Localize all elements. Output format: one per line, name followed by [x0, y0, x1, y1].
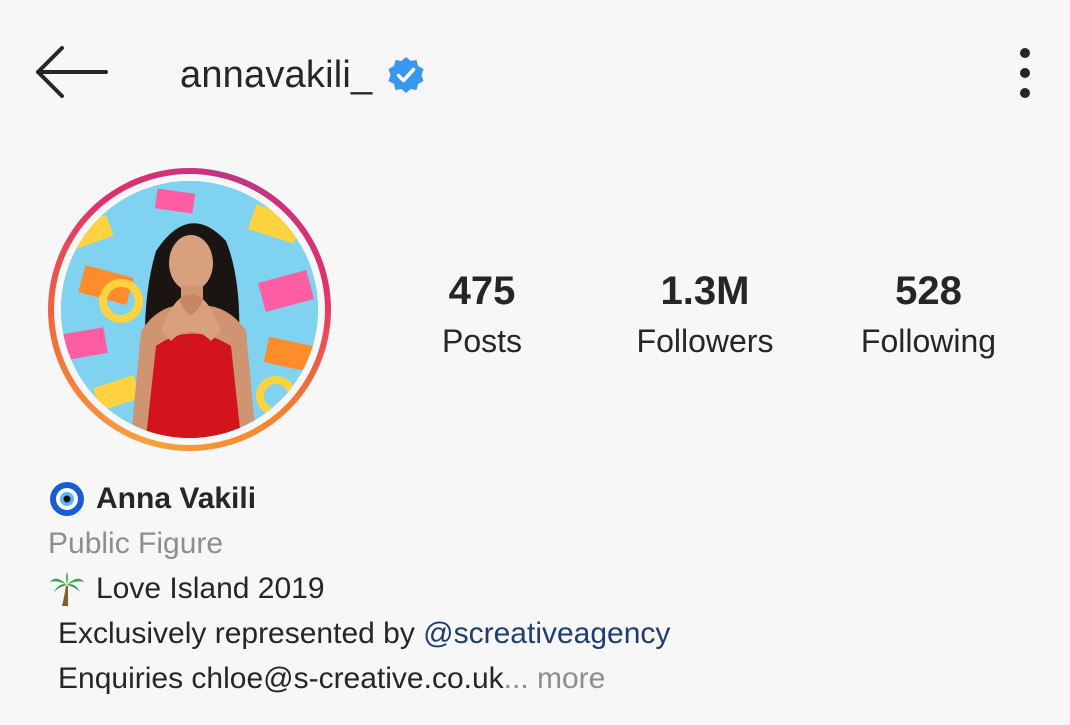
- verified-badge-icon: [388, 57, 424, 93]
- profile-name-line: Anna Vakili: [48, 476, 1040, 521]
- more-options-button[interactable]: [1010, 46, 1040, 102]
- stat-posts-value: 475: [448, 269, 516, 313]
- agency-mention-link[interactable]: @screativeagency: [423, 617, 670, 651]
- stat-followers[interactable]: 1.3M Followers: [620, 268, 790, 364]
- bio-line-2: Exclusively represented by @screativeage…: [48, 611, 1040, 656]
- palm-tree-icon: [50, 571, 84, 606]
- stat-followers-label: Followers: [636, 323, 774, 359]
- back-button[interactable]: [30, 42, 110, 102]
- bio-line-3: Enquiries chloe@s-creative.co.uk ... mor…: [48, 656, 1040, 701]
- avatar[interactable]: [61, 181, 318, 438]
- bio-line-2-prefix: Exclusively represented by: [58, 616, 424, 650]
- bio-more-link[interactable]: ... more: [504, 662, 606, 696]
- profile-page: annavakili_ 475 Posts 1.3M Followers 528…: [0, 0, 1070, 725]
- stat-followers-value: 1.3M: [660, 269, 750, 313]
- username: annavakili_: [180, 53, 373, 96]
- more-vertical-icon: [1020, 48, 1030, 98]
- avatar-photo: [61, 181, 318, 438]
- story-ring[interactable]: [48, 168, 331, 451]
- arrow-left-icon: [36, 46, 108, 98]
- header-title: annavakili_: [180, 50, 426, 100]
- bio-line-1: Love Island 2019: [48, 566, 1040, 611]
- stat-following-label: Following: [860, 323, 997, 359]
- bio-line-3-text: Enquiries chloe@s-creative.co.uk: [58, 661, 504, 695]
- bio-section: Anna Vakili Public Figure Love Island 20…: [48, 476, 1040, 701]
- stat-posts-label: Posts: [441, 323, 523, 359]
- stat-posts[interactable]: 475 Posts: [422, 268, 542, 364]
- profile-name: Anna Vakili: [96, 481, 257, 515]
- nazar-amulet-icon: [50, 481, 84, 516]
- stat-following-value: 528: [895, 269, 962, 313]
- bio-line-1-text: Love Island 2019: [96, 571, 325, 605]
- stat-following[interactable]: 528 Following: [846, 268, 1011, 364]
- profile-category: Public Figure: [48, 526, 224, 560]
